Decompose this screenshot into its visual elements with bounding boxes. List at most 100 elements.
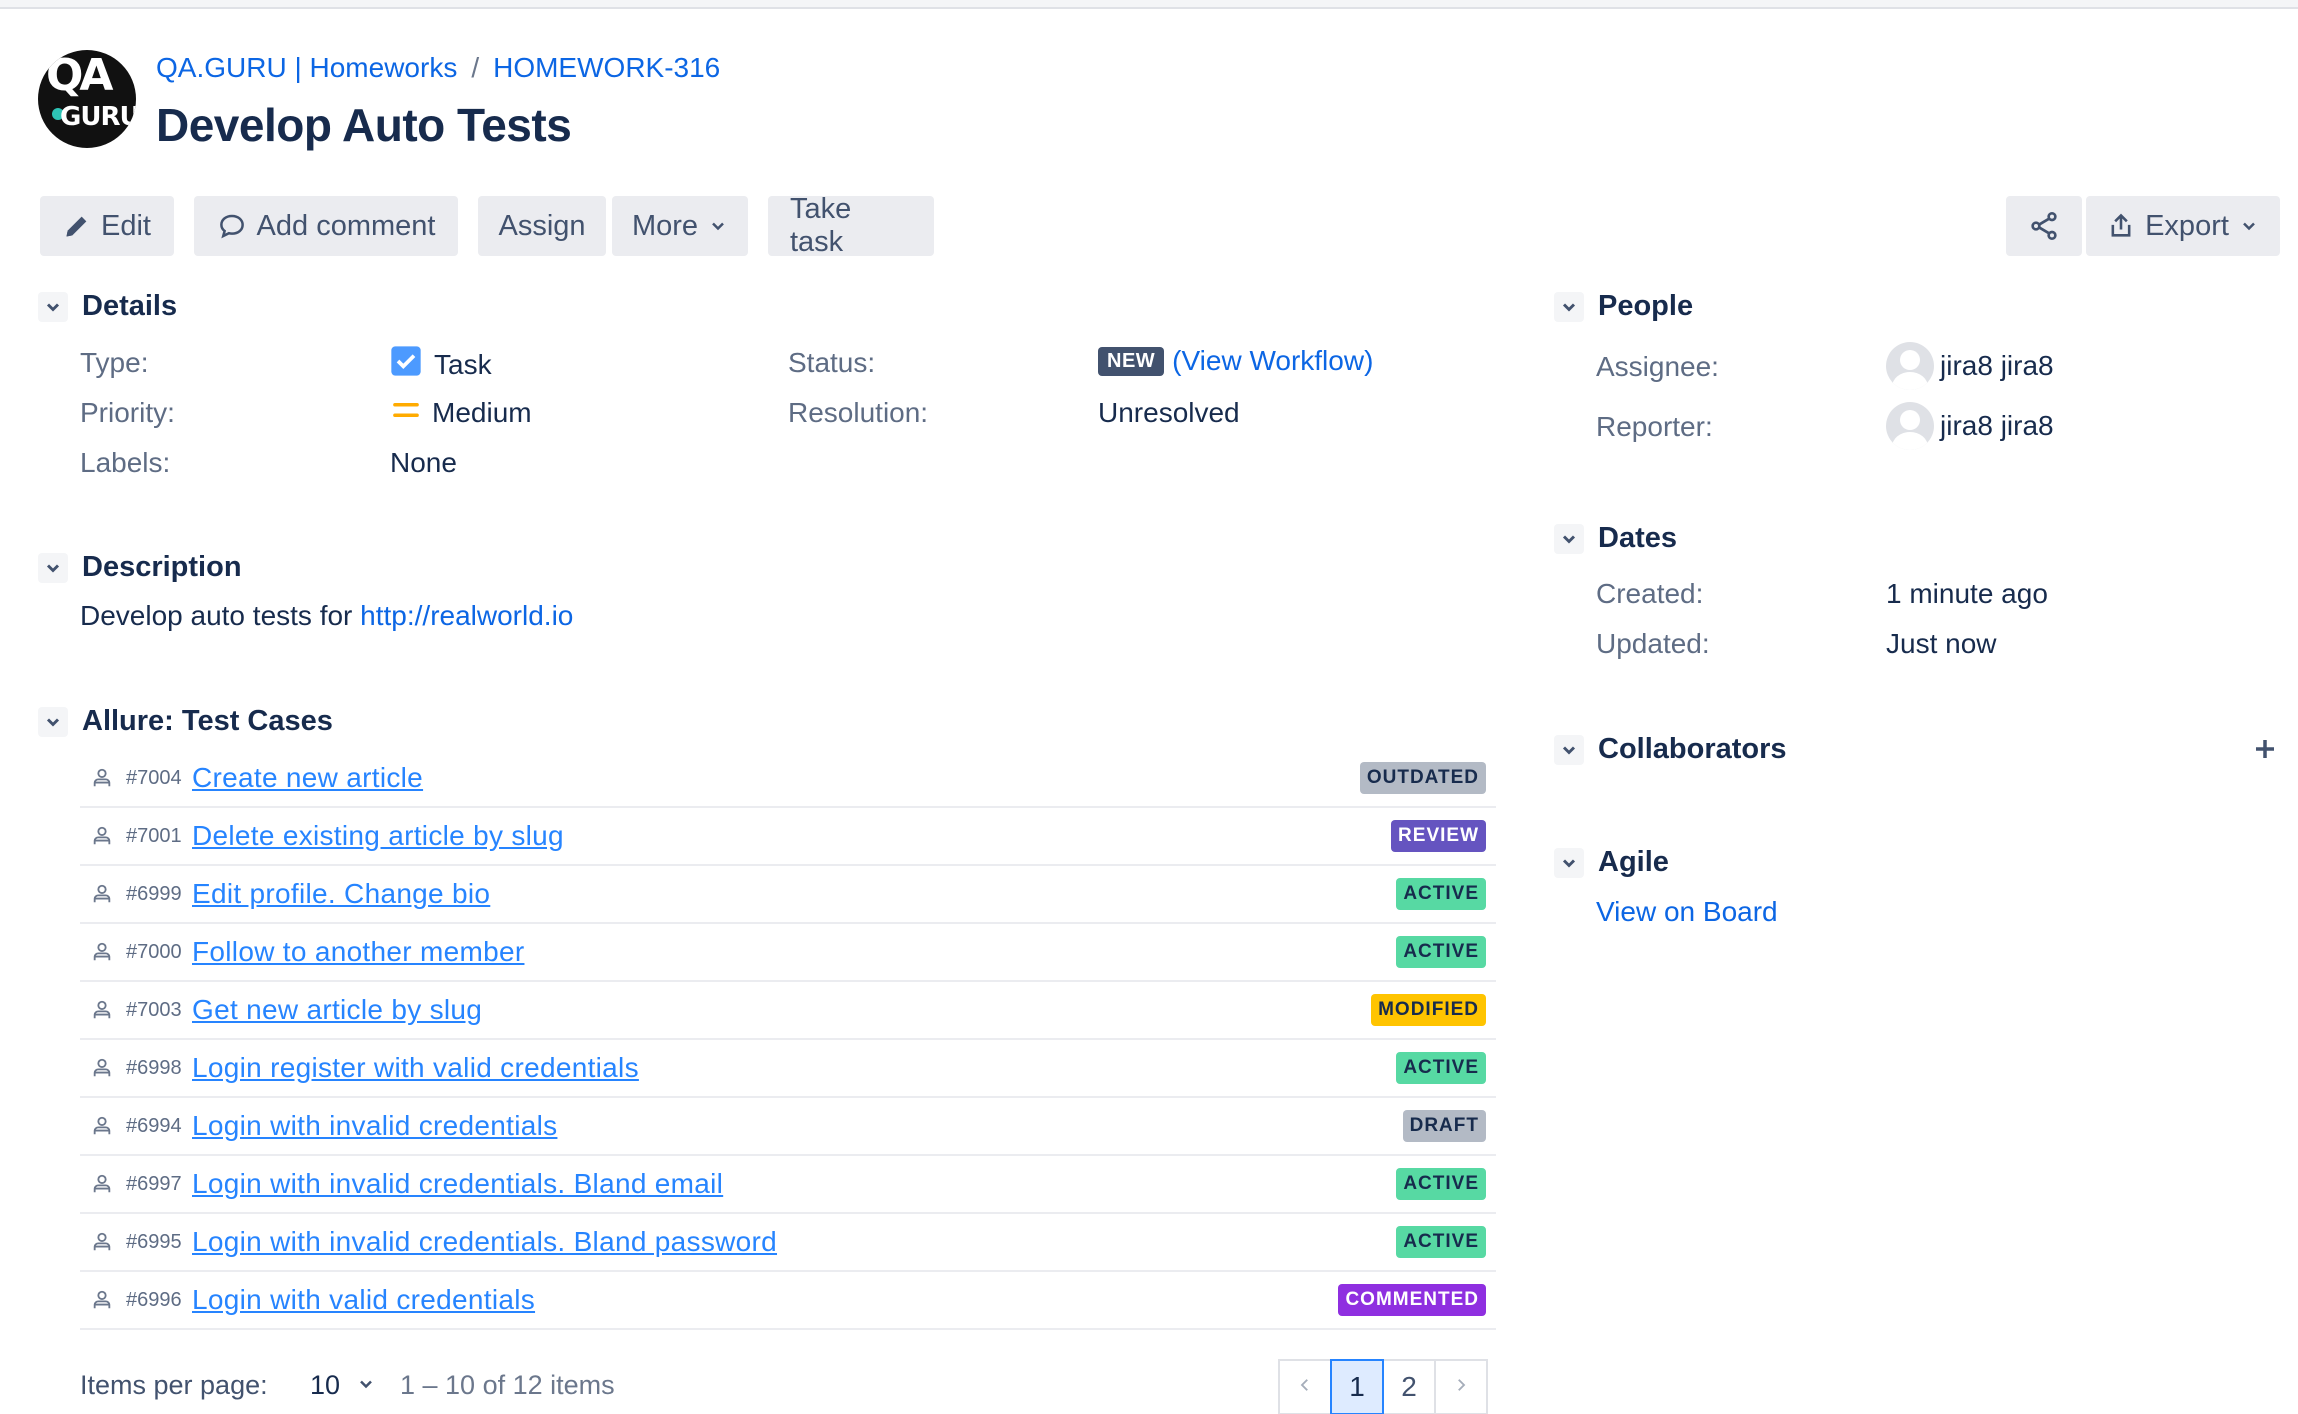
test-case-icon [80, 1230, 124, 1254]
type-text: Task [434, 348, 492, 380]
test-case-id: #6999 [126, 882, 182, 905]
test-case-link[interactable]: Create new article [192, 762, 423, 794]
test-case-link[interactable]: Login with valid credentials [192, 1284, 535, 1316]
view-workflow-link[interactable]: View Workflow [1182, 345, 1365, 377]
test-case-icon [80, 1288, 124, 1312]
test-case-status-badge: OUTDATED [1359, 762, 1486, 794]
assign-button[interactable]: Assign [478, 196, 606, 256]
description-text: Develop auto tests for [80, 600, 361, 631]
take-task-label: Take task [790, 193, 852, 258]
edit-button[interactable]: Edit [40, 196, 174, 256]
project-avatar[interactable]: QA GURU [38, 50, 136, 148]
chevron-down-icon[interactable] [1554, 847, 1584, 878]
take-task-button[interactable]: Take task [768, 193, 934, 258]
test-case-status-badge: ACTIVE [1396, 936, 1486, 968]
chevron-left-icon [1296, 1371, 1314, 1403]
people-heading: People [1598, 290, 1694, 322]
page-1-button[interactable]: 1 [1330, 1359, 1384, 1414]
more-button[interactable]: More [612, 196, 748, 256]
description-section-header[interactable]: Description [38, 551, 242, 584]
updated-value: Just now [1886, 628, 1997, 659]
chevron-down-icon [708, 216, 728, 236]
add-collaborator-button[interactable] [2250, 736, 2280, 766]
test-case-status-badge: DRAFT [1402, 1110, 1486, 1142]
test-case-status-badge: ACTIVE [1396, 1168, 1486, 1200]
assignee-label: Assignee: [1596, 351, 1719, 382]
agile-heading: Agile [1598, 846, 1669, 878]
test-case-row: #6995 Login with invalid credentials. Bla… [80, 1214, 1496, 1272]
project-avatar-text-bottom: GURU [60, 102, 136, 132]
test-case-link[interactable]: Login with invalid credentials. Bland em… [192, 1168, 723, 1200]
test-case-id: #7000 [126, 940, 182, 963]
test-case-icon [80, 998, 124, 1022]
page-title: Develop Auto Tests [156, 99, 572, 151]
items-per-page-select[interactable]: 10 [310, 1370, 376, 1401]
chevron-down-icon[interactable] [1554, 291, 1584, 322]
export-icon [2107, 211, 2135, 241]
test-case-link[interactable]: Get new article by slug [192, 994, 482, 1026]
chevron-down-icon[interactable] [38, 552, 68, 583]
test-case-link[interactable]: Login register with valid credentials [192, 1052, 639, 1084]
page-2-button[interactable]: 2 [1382, 1359, 1436, 1414]
export-button[interactable]: Export [2086, 196, 2280, 256]
priority-value: Medium [392, 397, 532, 429]
status-label: Status: [788, 347, 876, 378]
next-page-button[interactable] [1434, 1359, 1488, 1414]
test-case-icon [80, 940, 124, 964]
test-case-link[interactable]: Login with invalid credentials [192, 1110, 557, 1142]
description-link[interactable]: http://realworld.io [360, 600, 573, 632]
test-case-link[interactable]: Follow to another member [192, 936, 524, 968]
test-case-icon [80, 824, 124, 848]
agile-section-header[interactable]: Agile [1554, 846, 1669, 879]
pencil-icon [63, 212, 91, 240]
chevron-down-icon[interactable] [38, 291, 68, 322]
chevron-down-icon[interactable] [38, 706, 68, 737]
workflow-paren-close: ) [1364, 345, 1374, 376]
breadcrumb: QA.GURU | Homeworks / HOMEWORK-316 [156, 52, 720, 84]
reporter-value[interactable]: jira8 jira8 [1886, 402, 2054, 450]
pagination: 1 2 [1278, 1359, 1488, 1414]
test-case-link[interactable]: Delete existing article by slug [192, 820, 564, 852]
breadcrumb-issue-link[interactable]: HOMEWORK-316 [493, 52, 720, 84]
chevron-down-icon [356, 1370, 376, 1401]
test-case-id: #6998 [126, 1056, 182, 1079]
chevron-down-icon[interactable] [1554, 523, 1584, 554]
reporter-label: Reporter: [1596, 411, 1713, 442]
user-avatar-icon [1886, 342, 1934, 390]
test-case-row: #7003 Get new article by slug MODIFIED [80, 982, 1496, 1040]
browser-top-edge [0, 0, 2298, 9]
labels-value: None [390, 447, 457, 478]
test-case-id: #6997 [126, 1172, 182, 1195]
allure-section-header[interactable]: Allure: Test Cases [38, 705, 333, 738]
assignee-value[interactable]: jira8 jira8 [1886, 342, 2054, 390]
test-case-row: #7004 Create new article OUTDATED [80, 750, 1496, 808]
priority-medium-icon [392, 397, 420, 429]
items-range-text: 1 – 10 of 12 items [400, 1370, 615, 1400]
dates-section-header[interactable]: Dates [1554, 522, 1677, 555]
test-case-id: #7003 [126, 998, 182, 1021]
prev-page-button[interactable] [1278, 1359, 1332, 1414]
details-heading: Details [82, 290, 178, 322]
chevron-down-icon[interactable] [1554, 734, 1584, 765]
status-badge: NEW [1098, 346, 1165, 376]
details-section-header[interactable]: Details [38, 290, 177, 323]
test-case-row: #7000 Follow to another member ACTIVE [80, 924, 1496, 982]
share-button[interactable] [2006, 196, 2082, 256]
labels-label: Labels: [80, 447, 171, 478]
user-avatar-icon [1886, 402, 1934, 450]
test-case-link[interactable]: Edit profile. Change bio [192, 878, 490, 910]
add-comment-button[interactable]: Add comment [194, 196, 458, 256]
add-comment-label: Add comment [256, 209, 436, 242]
test-case-status-badge: MODIFIED [1371, 994, 1486, 1026]
updated-label: Updated: [1596, 628, 1710, 659]
breadcrumb-separator: / [471, 52, 480, 83]
created-label: Created: [1596, 578, 1704, 609]
view-on-board-link[interactable]: View on Board [1596, 896, 1778, 928]
test-case-link[interactable]: Login with invalid credentials. Bland pa… [192, 1226, 777, 1258]
breadcrumb-project-link[interactable]: QA.GURU | Homeworks [156, 52, 457, 84]
people-section-header[interactable]: People [1554, 290, 1693, 323]
type-value: Task [390, 345, 492, 384]
collaborators-section-header[interactable]: Collaborators [1554, 733, 1787, 766]
test-case-status-badge: ACTIVE [1396, 1226, 1486, 1258]
items-per-page-label: Items per page: [80, 1370, 268, 1400]
